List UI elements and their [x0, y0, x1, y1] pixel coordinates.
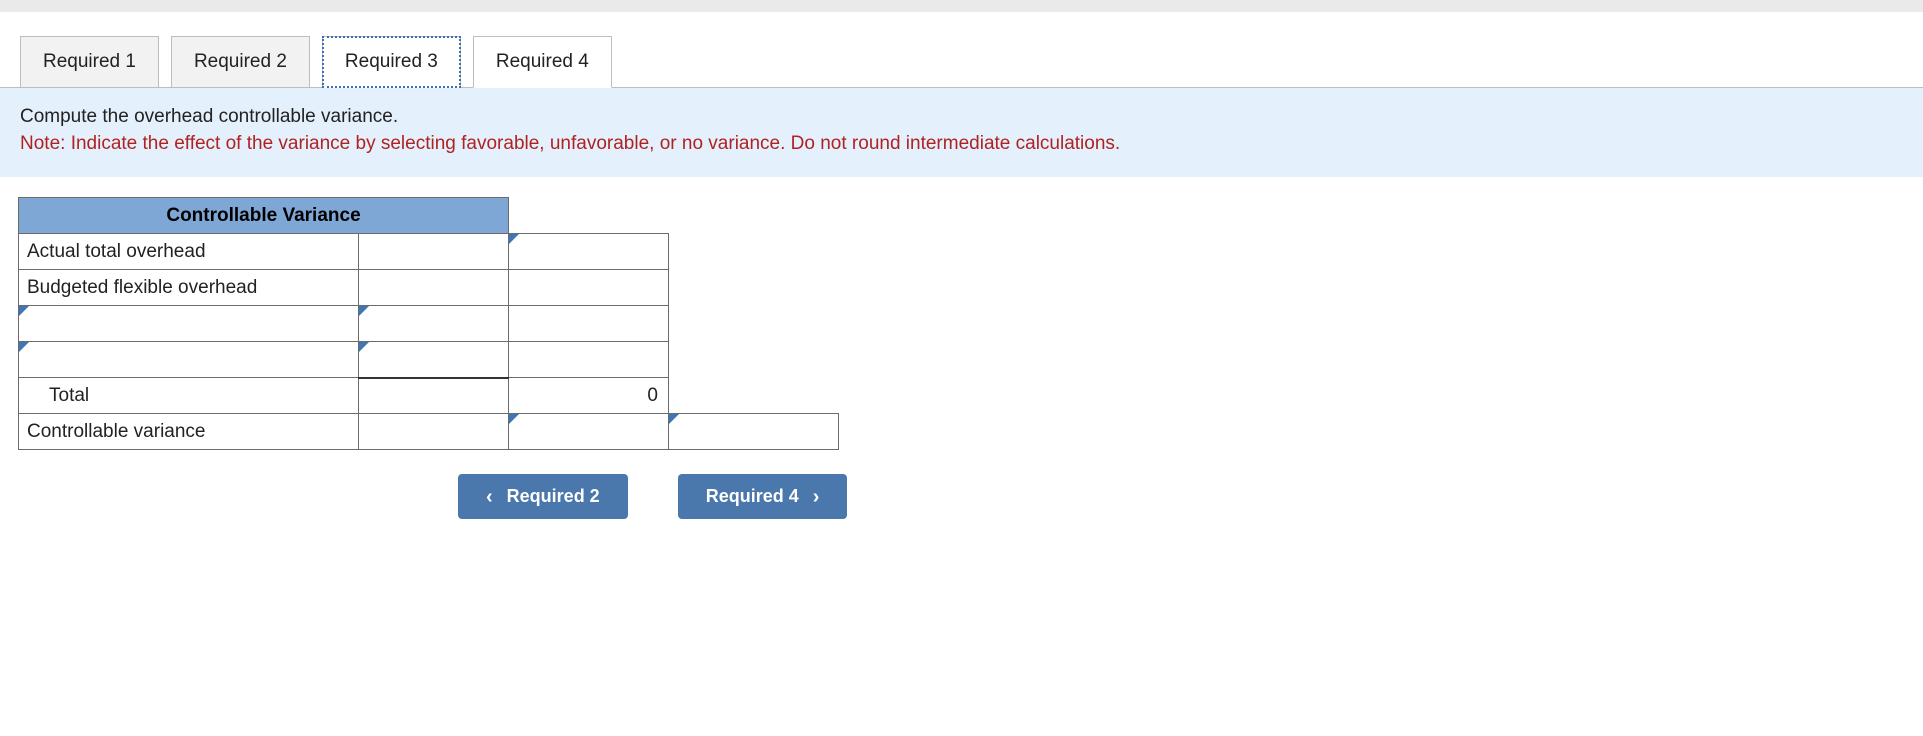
row-valB[interactable] — [359, 378, 509, 414]
row-valB-input[interactable] — [359, 342, 509, 378]
row-valC[interactable] — [509, 270, 669, 306]
row-label-total: Total — [19, 378, 359, 414]
prev-button-label: Required 2 — [507, 486, 600, 507]
table-row: Actual total overhead — [19, 234, 839, 270]
tab-required-4[interactable]: Required 4 — [473, 36, 612, 88]
instruction-panel: Compute the overhead controllable varian… — [0, 87, 1923, 177]
next-button-label: Required 4 — [706, 486, 799, 507]
row-label-budgeted-overhead: Budgeted flexible overhead — [19, 270, 359, 306]
row-valC-input[interactable] — [509, 414, 669, 450]
row-valC-input[interactable] — [509, 234, 669, 270]
next-button[interactable]: Required 4 › — [678, 474, 848, 519]
tab-label: Required 2 — [194, 51, 287, 72]
top-strip — [0, 0, 1923, 12]
row-label-input-1[interactable] — [19, 306, 359, 342]
row-valD-input[interactable] — [669, 414, 839, 450]
row-valC[interactable] — [509, 306, 669, 342]
row-valB[interactable] — [359, 270, 509, 306]
header-controllable-variance: Controllable Variance — [19, 198, 509, 234]
table-row-total: Total 0 — [19, 378, 839, 414]
row-valB[interactable] — [359, 414, 509, 450]
table-row: Controllable variance — [19, 414, 839, 450]
table-row: Budgeted flexible overhead — [19, 270, 839, 306]
instruction-main: Compute the overhead controllable varian… — [20, 104, 1903, 131]
row-label-controllable-variance: Controllable variance — [19, 414, 359, 450]
row-valC-total: 0 — [509, 378, 669, 414]
row-valB[interactable] — [359, 234, 509, 270]
instruction-note: Note: Indicate the effect of the varianc… — [20, 131, 1903, 158]
tab-required-3[interactable]: Required 3 — [322, 36, 461, 88]
row-label-input-2[interactable] — [19, 342, 359, 378]
table-header-row: Controllable Variance — [19, 198, 839, 234]
tab-label: Required 4 — [496, 51, 589, 72]
chevron-left-icon: ‹ — [486, 487, 493, 507]
nav-row: ‹ Required 2 Required 4 › — [458, 474, 1923, 519]
tab-required-2[interactable]: Required 2 — [171, 36, 310, 88]
row-valB-input[interactable] — [359, 306, 509, 342]
table-row — [19, 306, 839, 342]
row-label-actual-overhead: Actual total overhead — [19, 234, 359, 270]
prev-button[interactable]: ‹ Required 2 — [458, 474, 628, 519]
chevron-right-icon: › — [813, 487, 820, 507]
tab-label: Required 3 — [345, 51, 438, 72]
variance-table: Controllable Variance Actual total overh… — [18, 197, 839, 450]
row-valC[interactable] — [509, 342, 669, 378]
tab-required-1[interactable]: Required 1 — [20, 36, 159, 88]
table-row — [19, 342, 839, 378]
tab-row: Required 1 Required 2 Required 3 Require… — [0, 36, 1923, 88]
tab-label: Required 1 — [43, 51, 136, 72]
